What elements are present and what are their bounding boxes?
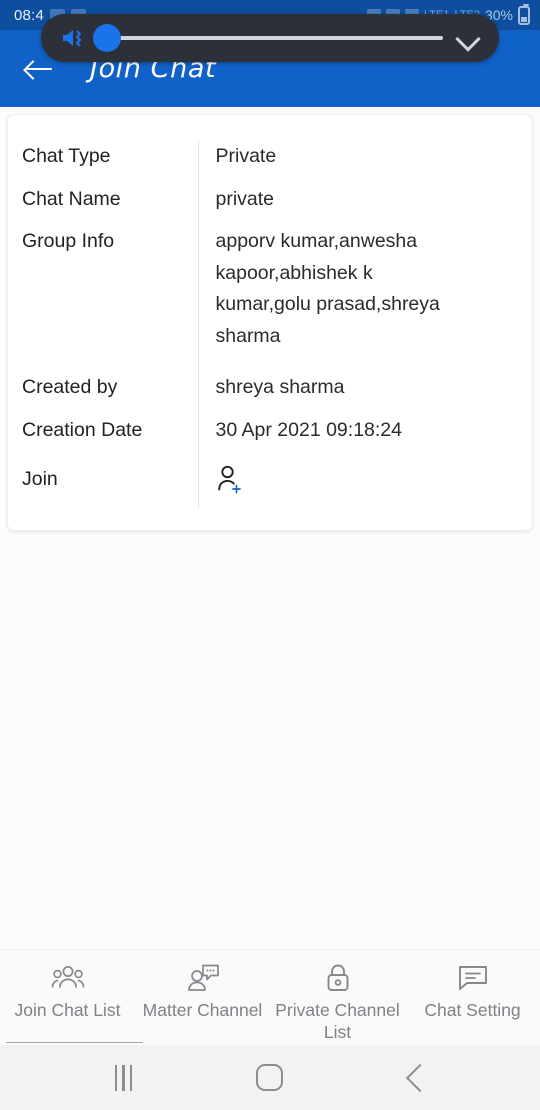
lock-icon <box>318 962 358 994</box>
phone-screen: 08:4 LTE1 LTE2 30% Join Chat <box>0 0 540 1110</box>
back-button[interactable] <box>382 1045 452 1110</box>
bottom-tab-bar: Join Chat List Matter Channel Private Ch… <box>0 949 540 1045</box>
chat-details-table: Chat Type Private Chat Name private Grou… <box>8 141 532 509</box>
tab-label-matter-channel: Matter Channel <box>142 1000 263 1020</box>
table-row: Chat Type Private <box>8 141 532 184</box>
back-chevron-icon <box>405 1063 434 1092</box>
main-content: Chat Type Private Chat Name private Grou… <box>0 107 540 949</box>
chat-lines-icon <box>453 962 493 994</box>
people-group-icon <box>48 962 88 994</box>
volume-overlay-panel[interactable] <box>41 14 499 62</box>
table-row: Group Info apporv kumar,anwesha kapoor,a… <box>8 226 532 373</box>
table-row: Join <box>8 457 532 509</box>
chat-details-card: Chat Type Private Chat Name private Grou… <box>7 114 533 532</box>
row-label-group-info: Group Info <box>22 230 115 253</box>
tab-label-join-chat-list: Join Chat List <box>14 1000 121 1020</box>
chevron-down-icon[interactable] <box>455 29 481 47</box>
battery-icon <box>518 3 530 25</box>
tab-join-chat-list[interactable]: Join Chat List <box>0 950 143 1046</box>
row-value-join <box>197 457 532 509</box>
tab-chat-setting[interactable]: Chat Setting <box>405 950 540 1046</box>
person-chat-bubble-icon <box>183 962 223 994</box>
row-label-join: Join <box>22 467 58 490</box>
home-button[interactable] <box>235 1045 305 1110</box>
row-label-created-by: Created by <box>22 376 118 399</box>
recents-icon <box>114 1064 133 1091</box>
row-value-created-by: shreya sharma <box>197 372 532 416</box>
row-value-group-info: apporv kumar,anwesha kapoor,abhishek k k… <box>197 226 532 373</box>
table-row: Creation Date 30 Apr 2021 09:18:24 <box>8 415 532 458</box>
row-label-chat-type: Chat Type <box>22 145 111 167</box>
active-tab-indicator <box>6 1041 143 1043</box>
row-value-chat-type: Private <box>197 141 532 184</box>
tab-private-channel-list[interactable]: Private Channel List <box>270 950 405 1046</box>
row-label-creation-date: Creation Date <box>22 419 143 442</box>
volume-slider[interactable] <box>93 24 443 52</box>
tab-label-chat-setting: Chat Setting <box>424 1000 521 1020</box>
table-row: Chat Name private <box>8 183 532 227</box>
row-value-creation-date: 30 Apr 2021 09:18:24 <box>197 415 532 458</box>
status-clock: 08:4 <box>14 6 44 24</box>
tab-label-private-channel-list: Private Channel List <box>275 1000 400 1043</box>
volume-slider-thumb[interactable] <box>93 24 121 52</box>
row-label-chat-name: Chat Name <box>22 187 121 210</box>
speaker-vibrate-mute-icon[interactable] <box>61 26 87 50</box>
group-info-text: apporv kumar,anwesha kapoor,abhishek k k… <box>215 230 440 347</box>
person-add-icon[interactable] <box>216 464 244 494</box>
tab-matter-channel[interactable]: Matter Channel <box>135 950 270 1046</box>
recents-button[interactable] <box>88 1045 158 1110</box>
android-navigation-bar <box>0 1045 540 1110</box>
table-row: Created by shreya sharma <box>8 372 532 416</box>
row-value-chat-name: private <box>197 183 532 227</box>
home-icon <box>256 1064 284 1091</box>
